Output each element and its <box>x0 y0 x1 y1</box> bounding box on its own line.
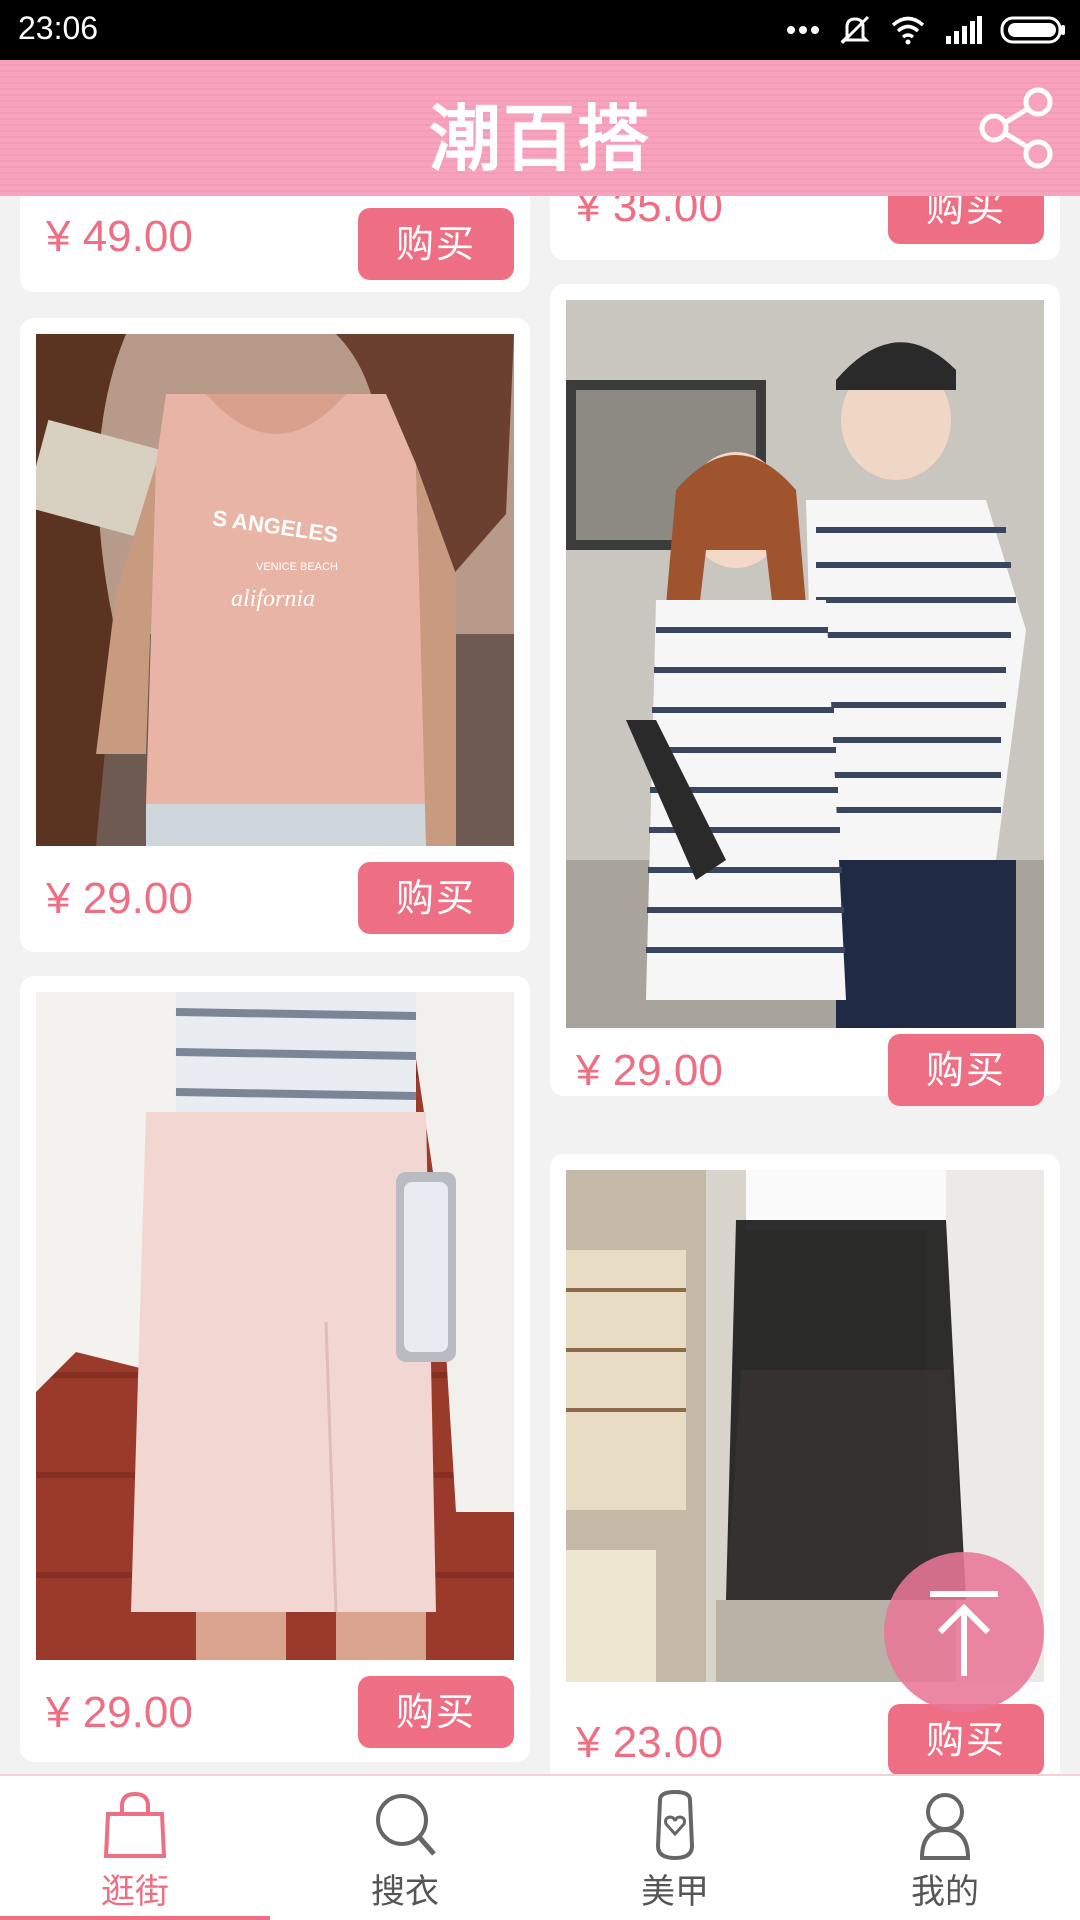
product-card[interactable]: ¥ 29.00 购买 <box>20 976 530 1762</box>
product-price: ¥ 29.00 <box>46 874 193 923</box>
person-icon <box>919 1793 971 1860</box>
share-button[interactable] <box>974 86 1058 170</box>
status-bar: 23:06 <box>0 0 1080 60</box>
nav-label: 我的 <box>911 1872 979 1912</box>
product-price: ¥ 29.00 <box>46 1688 193 1737</box>
nav-item-search-clothes[interactable]: 搜衣 <box>270 1776 540 1920</box>
nav-label: 逛街 <box>101 1872 169 1912</box>
product-image[interactable]: S ANGELES VENICE BEACH alifornia <box>36 334 514 846</box>
product-card[interactable]: ¥ 49.00 购买 <box>20 196 530 292</box>
product-price: ¥ 23.00 <box>576 1718 723 1767</box>
product-feed[interactable]: ¥ 49.00 购买 ¥ 35.00 购买 S ANGELES VENICE B… <box>0 196 1080 1774</box>
bottom-nav: 逛街 搜衣 美甲 我的 <box>0 1774 1080 1920</box>
active-tab-indicator <box>0 1916 270 1920</box>
nail-icon <box>655 1790 695 1860</box>
shopping-bag-icon <box>103 1791 167 1858</box>
more-dots-icon <box>787 26 819 34</box>
search-icon <box>376 1794 436 1856</box>
nav-item-shopping[interactable]: 逛街 <box>0 1776 270 1920</box>
status-time: 23:06 <box>18 10 99 46</box>
product-price: ¥ 35.00 <box>576 196 723 231</box>
product-card[interactable]: ¥ 35.00 购买 <box>550 196 1060 260</box>
nav-label: 美甲 <box>641 1872 709 1912</box>
share-icon <box>979 87 1053 169</box>
arrow-up-icon <box>930 1591 998 1676</box>
wifi-icon <box>891 16 925 45</box>
buy-button[interactable]: 购买 <box>888 196 1044 244</box>
product-card[interactable]: ¥ 29.00 购买 <box>550 284 1060 1106</box>
product-image[interactable] <box>566 300 1044 1028</box>
product-image[interactable] <box>36 992 514 1660</box>
nav-item-nails[interactable]: 美甲 <box>540 1776 810 1920</box>
status-icons <box>786 12 1066 48</box>
buy-button[interactable]: 购买 <box>358 1676 514 1748</box>
buy-button[interactable]: 购买 <box>888 1704 1044 1774</box>
nav-item-mine[interactable]: 我的 <box>810 1776 1080 1920</box>
product-price: ¥ 29.00 <box>576 1046 723 1095</box>
app-header: 潮百搭 <box>0 60 1080 196</box>
nav-label: 搜衣 <box>371 1872 439 1912</box>
battery-icon <box>1000 16 1065 44</box>
buy-button[interactable]: 购买 <box>358 208 514 280</box>
buy-button[interactable]: 购买 <box>888 1034 1044 1106</box>
app-logo: 潮百搭 <box>428 97 651 181</box>
product-card[interactable]: S ANGELES VENICE BEACH alifornia ¥ 29.00… <box>20 318 530 952</box>
mute-icon <box>840 15 870 45</box>
photo-text-line2: VENICE BEACH <box>256 561 338 573</box>
signal-icon <box>946 16 982 44</box>
product-price: ¥ 49.00 <box>46 212 193 261</box>
photo-text-line3: alifornia <box>231 586 315 612</box>
scroll-to-top-button[interactable] <box>884 1552 1044 1712</box>
buy-button[interactable]: 购买 <box>358 862 514 934</box>
